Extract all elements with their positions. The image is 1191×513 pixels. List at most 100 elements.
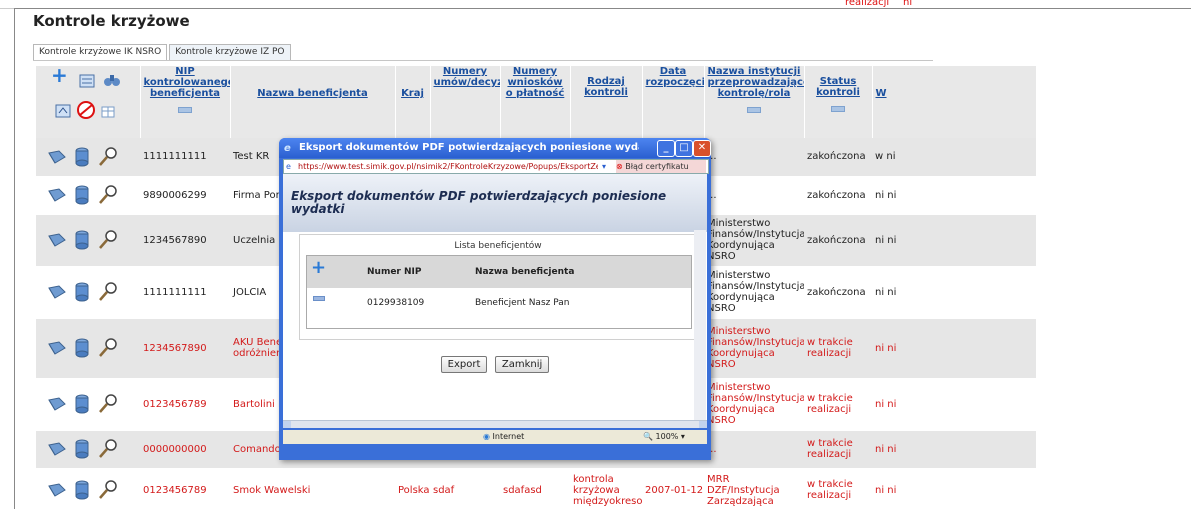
cell-extra: ni ni	[872, 378, 1036, 431]
header-contracts[interactable]: Numery umów/decyzji	[430, 66, 501, 138]
sort-icon[interactable]	[55, 104, 71, 118]
add-icon[interactable]: +	[51, 66, 68, 85]
edit-icon[interactable]	[47, 441, 67, 457]
table-icon[interactable]	[101, 106, 115, 118]
header-name[interactable]: Nazwa beneficjenta	[230, 66, 396, 138]
cell-contracts: sdaf	[430, 468, 500, 513]
cell-status: zakończona	[804, 266, 872, 319]
scroll-right-arrow[interactable]	[699, 421, 707, 428]
edit-icon[interactable]	[47, 284, 67, 300]
address-bar[interactable]: e https://www.test.simik.gov.pl/nsimik2/…	[283, 159, 709, 174]
sort-icon[interactable]	[747, 107, 761, 113]
cell-nip: 1234567890	[140, 214, 230, 267]
maximize-button[interactable]: □	[675, 140, 693, 157]
cell-status: zakończona	[804, 138, 872, 177]
add-beneficiary-icon[interactable]: +	[311, 257, 326, 278]
tab-iz-po[interactable]: Kontrole krzyżowe IZ PO	[169, 44, 291, 61]
popup-heading: Eksport dokumentów PDF potwierdzających …	[291, 189, 667, 216]
magnifier-icon[interactable]	[97, 479, 119, 501]
header-actions: +	[36, 66, 141, 138]
cell-applications: sdafasd	[500, 468, 570, 513]
certificate-error[interactable]: ⊗ Błąd certyfikatu	[616, 160, 706, 173]
header-type[interactable]: Rodzaj kontroli	[570, 66, 643, 138]
actions	[36, 176, 140, 215]
scroll-left-arrow[interactable]	[283, 421, 291, 428]
tab-bar: Kontrole krzyżowe IK NSRO Kontrole krzyż…	[33, 44, 293, 61]
magnifier-icon[interactable]	[97, 337, 119, 359]
edit-icon[interactable]	[47, 149, 67, 165]
header-applications[interactable]: Numery wniosków o płatność	[500, 66, 571, 138]
popup-statusbar: ◉ Internet 🔍 100% ▾	[283, 430, 707, 444]
cell-status: w trakcie realizacji	[804, 378, 872, 431]
minimize-button[interactable]: _	[657, 140, 675, 157]
cell-status: w trakcie realizacji	[804, 318, 872, 379]
export-popup-window: e Eksport dokumentów PDF potwierdzającyc…	[279, 138, 711, 460]
cell-extra: ni ni	[872, 176, 1036, 215]
close-button[interactable]: Zamknij	[494, 356, 550, 373]
popup-buttons: Export Zamknij	[283, 356, 707, 373]
top-strip-status: realizacji	[845, 0, 890, 8]
header-institution[interactable]: Nazwa instytucji przeprowadzającej kontr…	[704, 66, 805, 138]
close-window-button[interactable]: ✕	[693, 140, 711, 157]
database-icon[interactable]	[75, 147, 89, 167]
cell-institution: Ministerstwo Finansów/Instytucja Koordyn…	[704, 318, 804, 379]
beneficiary-row[interactable]: 0129938109 Beneficjent Nasz Pan	[307, 289, 691, 317]
address-url[interactable]: https://www.test.simik.gov.pl/nsimik2/FK…	[298, 160, 598, 173]
table-row[interactable]: 0123456789 Smok Wawelski Polska sdaf sdafasd…	[36, 468, 1036, 513]
actions	[36, 378, 140, 431]
zoom-level[interactable]: 🔍 100% ▾	[643, 430, 685, 444]
dropdown-icon[interactable]: ▾	[602, 160, 606, 173]
sort-icon[interactable]	[178, 107, 192, 113]
edit-icon[interactable]	[47, 482, 67, 498]
database-icon[interactable]	[75, 230, 89, 250]
cell-status: w trakcie realizacji	[804, 430, 872, 469]
magnifier-icon[interactable]	[97, 438, 119, 460]
cell-extra: w ni	[872, 138, 1036, 177]
cell-extra: ni ni	[872, 318, 1036, 379]
database-icon[interactable]	[75, 394, 89, 414]
col-name: Nazwa beneficjenta	[475, 267, 575, 277]
popup-header: Eksport dokumentów PDF potwierdzających …	[283, 174, 707, 232]
header-extra[interactable]: W	[872, 66, 1037, 138]
cell-institution: MRR DZF/Instytucja Zarządzająca	[704, 468, 804, 513]
tab-ik-nsro[interactable]: Kontrole krzyżowe IK NSRO	[33, 44, 168, 61]
horizontal-scrollbar[interactable]	[283, 420, 707, 428]
edit-icon[interactable]	[47, 340, 67, 356]
zoom-icon: 🔍	[643, 432, 653, 441]
export-button[interactable]: Export	[440, 356, 488, 373]
row-name: Beneficjent Nasz Pan	[475, 298, 570, 308]
list-title: Lista beneficjentów	[454, 241, 542, 251]
popup-titlebar[interactable]: e Eksport dokumentów PDF potwierdzającyc…	[279, 138, 711, 158]
header-country[interactable]: Kraj	[395, 66, 431, 138]
remove-beneficiary-icon[interactable]	[313, 296, 325, 301]
edit-icon[interactable]	[47, 232, 67, 248]
edit-icon[interactable]	[47, 396, 67, 412]
database-icon[interactable]	[75, 338, 89, 358]
magnifier-icon[interactable]	[97, 146, 119, 168]
cell-name: Smok Wawelski	[230, 468, 395, 513]
popup-window-title: Eksport dokumentów PDF potwierdzających …	[299, 142, 639, 153]
database-icon[interactable]	[75, 282, 89, 302]
header-status[interactable]: Status kontroli	[804, 66, 873, 138]
binoculars-icon[interactable]	[103, 72, 121, 88]
magnifier-icon[interactable]	[97, 184, 119, 206]
clear-filter-icon[interactable]	[75, 100, 97, 120]
database-icon[interactable]	[75, 439, 89, 459]
vertical-scrollbar[interactable]	[694, 230, 706, 420]
magnifier-icon[interactable]	[97, 229, 119, 251]
edit-icon[interactable]	[47, 187, 67, 203]
filter-icon[interactable]	[79, 74, 95, 88]
magnifier-icon[interactable]	[97, 281, 119, 303]
magnifier-icon[interactable]	[97, 393, 119, 415]
database-icon[interactable]	[75, 480, 89, 500]
tab-divider	[33, 60, 933, 61]
page-title: Kontrole krzyżowe	[33, 12, 190, 30]
header-nip[interactable]: NIP kontrolowanego beneficjenta	[140, 66, 231, 138]
header-start[interactable]: Data rozpoczęcia	[642, 66, 705, 138]
actions	[36, 138, 140, 177]
database-icon[interactable]	[75, 185, 89, 205]
cell-institution: ...	[704, 138, 804, 177]
col-nip: Numer NIP	[367, 267, 422, 277]
sort-icon[interactable]	[831, 106, 845, 112]
cell-institution: ...	[704, 430, 804, 469]
